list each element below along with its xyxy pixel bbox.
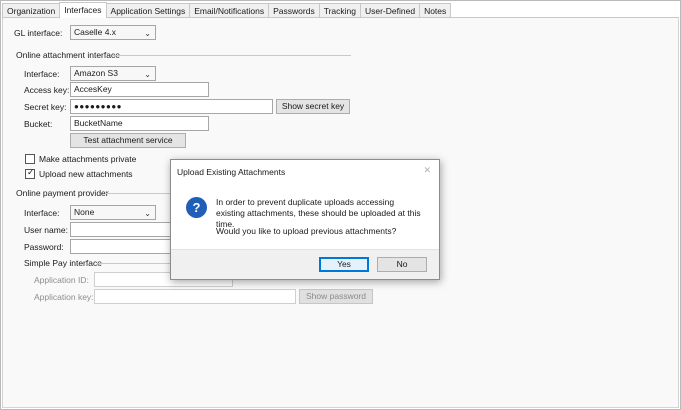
show-password-button[interactable]: Show password bbox=[299, 289, 373, 304]
simple-pay-group-title: Simple Pay interface bbox=[24, 258, 102, 268]
payment-interface-label: Interface: bbox=[24, 208, 60, 218]
yes-button[interactable]: Yes bbox=[319, 257, 369, 272]
make-attachments-private-label: Make attachments private bbox=[39, 154, 137, 164]
application-key-input[interactable] bbox=[94, 289, 296, 304]
password-input[interactable] bbox=[70, 239, 173, 254]
attachment-interface-label: Interface: bbox=[24, 69, 60, 79]
secret-key-label: Secret key: bbox=[24, 102, 67, 112]
gl-interface-label: GL interface: bbox=[14, 28, 63, 38]
dialog-question: Would you like to upload previous attach… bbox=[216, 226, 397, 236]
payment-group-divider bbox=[105, 193, 173, 194]
tab-tracking[interactable]: Tracking bbox=[318, 3, 361, 18]
tab-user-defined[interactable]: User-Defined bbox=[359, 3, 421, 18]
gl-interface-value: Caselle 4.x bbox=[74, 27, 117, 37]
application-id-label: Application ID: bbox=[34, 275, 89, 285]
settings-window: Organization Interfaces Application Sett… bbox=[0, 0, 681, 410]
username-label: User name: bbox=[24, 225, 68, 235]
tab-strip: Organization Interfaces Application Sett… bbox=[2, 2, 452, 18]
attachment-interface-select[interactable]: Amazon S3 ⌄ bbox=[70, 66, 156, 81]
payment-interface-value: None bbox=[74, 207, 95, 217]
simple-pay-group-divider bbox=[98, 263, 173, 264]
tab-email-notifications[interactable]: Email/Notifications bbox=[189, 3, 270, 18]
access-key-input[interactable]: AccesKey bbox=[70, 82, 209, 97]
close-icon[interactable]: ✕ bbox=[423, 165, 431, 176]
no-button[interactable]: No bbox=[377, 257, 427, 272]
attachment-group-title: Online attachment interface bbox=[16, 50, 120, 60]
show-secret-key-button[interactable]: Show secret key bbox=[276, 99, 350, 114]
attachment-interface-value: Amazon S3 bbox=[74, 68, 118, 78]
tab-passwords[interactable]: Passwords bbox=[268, 3, 320, 18]
dialog-button-bar: Yes No bbox=[171, 249, 439, 279]
upload-new-attachments-label: Upload new attachments bbox=[39, 169, 133, 179]
chevron-down-icon: ⌄ bbox=[144, 70, 151, 79]
upload-existing-attachments-dialog: Upload Existing Attachments ✕ ? In order… bbox=[170, 159, 440, 280]
check-icon: ✓ bbox=[27, 167, 35, 177]
chevron-down-icon: ⌄ bbox=[144, 29, 151, 38]
tab-notes[interactable]: Notes bbox=[419, 3, 452, 18]
application-key-label: Application key: bbox=[34, 292, 94, 302]
test-attachment-service-button[interactable]: Test attachment service bbox=[70, 133, 186, 148]
chevron-down-icon: ⌄ bbox=[144, 209, 151, 218]
upload-new-attachments-checkbox[interactable]: ✓ bbox=[25, 167, 35, 179]
make-attachments-private-checkbox[interactable] bbox=[25, 154, 35, 164]
access-key-label: Access key: bbox=[24, 85, 70, 95]
tab-organization[interactable]: Organization bbox=[2, 3, 61, 18]
tab-application-settings[interactable]: Application Settings bbox=[105, 3, 191, 18]
secret-key-input[interactable]: ●●●●●●●●● bbox=[70, 99, 273, 114]
payment-interface-select[interactable]: None ⌄ bbox=[70, 205, 156, 220]
username-input[interactable] bbox=[70, 222, 173, 237]
gl-interface-select[interactable]: Caselle 4.x ⌄ bbox=[70, 25, 156, 40]
password-label: Password: bbox=[24, 242, 64, 252]
bucket-label: Bucket: bbox=[24, 119, 53, 129]
dialog-title: Upload Existing Attachments bbox=[177, 167, 286, 177]
tab-interfaces[interactable]: Interfaces bbox=[59, 2, 107, 18]
attachment-group-divider bbox=[113, 55, 351, 56]
question-icon: ? bbox=[186, 197, 207, 218]
payment-group-title: Online payment provider bbox=[16, 188, 109, 198]
bucket-input[interactable]: BucketName bbox=[70, 116, 209, 131]
